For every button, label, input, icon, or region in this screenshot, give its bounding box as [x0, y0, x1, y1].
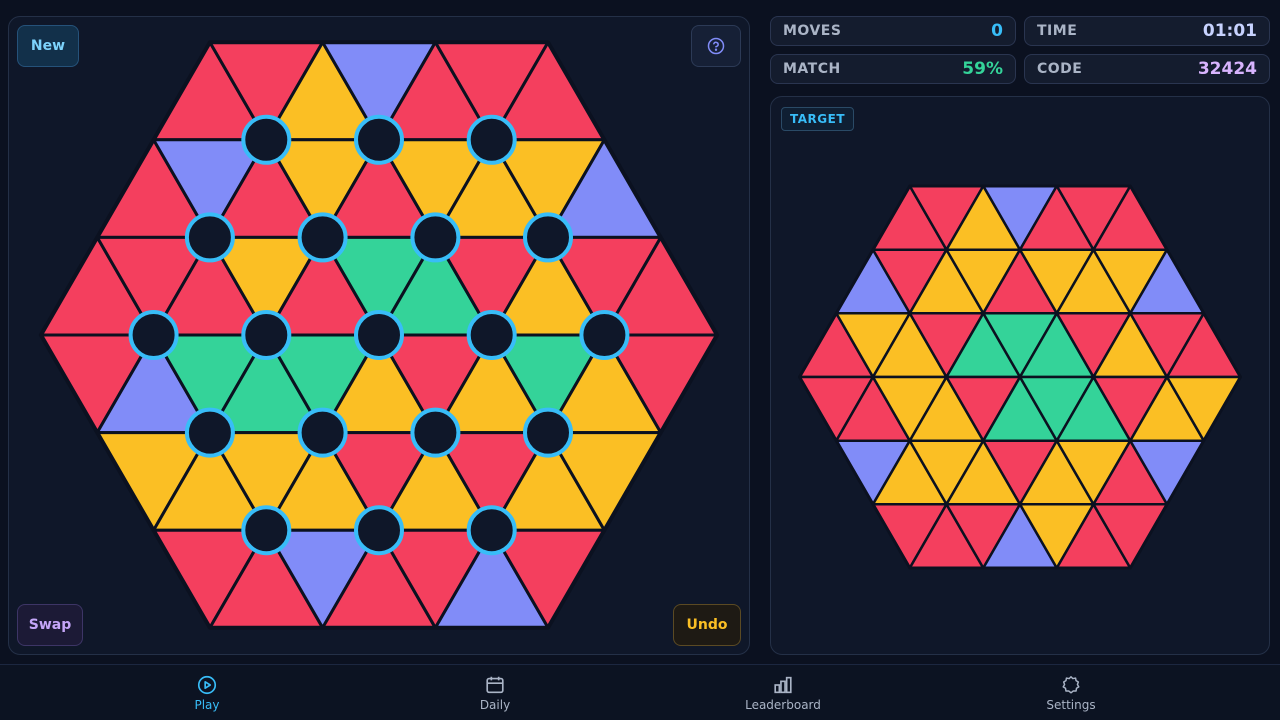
- code-stat: CODE 32424: [1024, 54, 1270, 84]
- rotation-node-4-2[interactable]: [466, 505, 517, 556]
- puzzle-board[interactable]: [9, 17, 749, 654]
- code-value: 32424: [1197, 59, 1257, 79]
- nav-daily-label: Daily: [479, 698, 511, 712]
- time-label: TIME: [1037, 23, 1078, 39]
- rotation-node-3-2[interactable]: [410, 407, 461, 458]
- moves-label: MOVES: [783, 23, 842, 39]
- rotation-node-2-3[interactable]: [466, 310, 517, 360]
- nav-leaderboard[interactable]: Leaderboard: [703, 665, 863, 720]
- rotation-node-0-1[interactable]: [354, 114, 404, 165]
- rotation-node-3-1[interactable]: [297, 407, 348, 458]
- nav-settings-label: Settings: [1046, 698, 1096, 712]
- code-label: CODE: [1037, 61, 1083, 77]
- rotation-node-2-1[interactable]: [241, 310, 292, 360]
- nav-play-label: Play: [194, 698, 220, 712]
- rotation-node-2-2[interactable]: [354, 310, 404, 360]
- time-stat: TIME 01:01: [1024, 16, 1270, 46]
- bottom-nav: Play Daily Leaderboard Settings: [0, 664, 1280, 720]
- play-icon: [197, 675, 217, 695]
- target-pattern: [798, 184, 1242, 570]
- rotation-node-0-0[interactable]: [241, 114, 292, 165]
- rotation-node-1-3[interactable]: [523, 212, 573, 263]
- board-panel: New Swap Undo: [8, 16, 750, 655]
- rotation-node-1-2[interactable]: [410, 212, 461, 263]
- undo-button[interactable]: Undo: [673, 604, 741, 646]
- match-stat: MATCH 59%: [770, 54, 1016, 84]
- rotation-node-2-4[interactable]: [579, 310, 630, 360]
- target-panel: TARGET: [770, 96, 1270, 655]
- rotation-node-4-1[interactable]: [354, 505, 404, 556]
- gear-icon: [1062, 676, 1080, 694]
- rotation-node-2-0[interactable]: [128, 310, 179, 360]
- nav-play[interactable]: Play: [127, 665, 287, 720]
- nav-daily[interactable]: Daily: [415, 665, 575, 720]
- swap-button[interactable]: Swap: [17, 604, 83, 646]
- match-label: MATCH: [783, 61, 841, 77]
- match-value: 59%: [962, 59, 1003, 79]
- rotation-node-1-0[interactable]: [184, 212, 235, 263]
- bar-chart-icon: [774, 676, 792, 694]
- nav-leaderboard-label: Leaderboard: [745, 698, 821, 712]
- time-value: 01:01: [1202, 21, 1257, 41]
- rotation-node-0-2[interactable]: [466, 114, 517, 165]
- rotation-node-3-0[interactable]: [184, 407, 235, 458]
- rotation-node-4-0[interactable]: [241, 505, 292, 556]
- rotation-node-3-3[interactable]: [523, 407, 573, 458]
- calendar-icon: [486, 676, 504, 694]
- rotation-node-1-1[interactable]: [297, 212, 348, 263]
- nav-settings[interactable]: Settings: [991, 665, 1151, 720]
- moves-stat: MOVES 0: [770, 16, 1016, 46]
- moves-value: 0: [991, 21, 1003, 41]
